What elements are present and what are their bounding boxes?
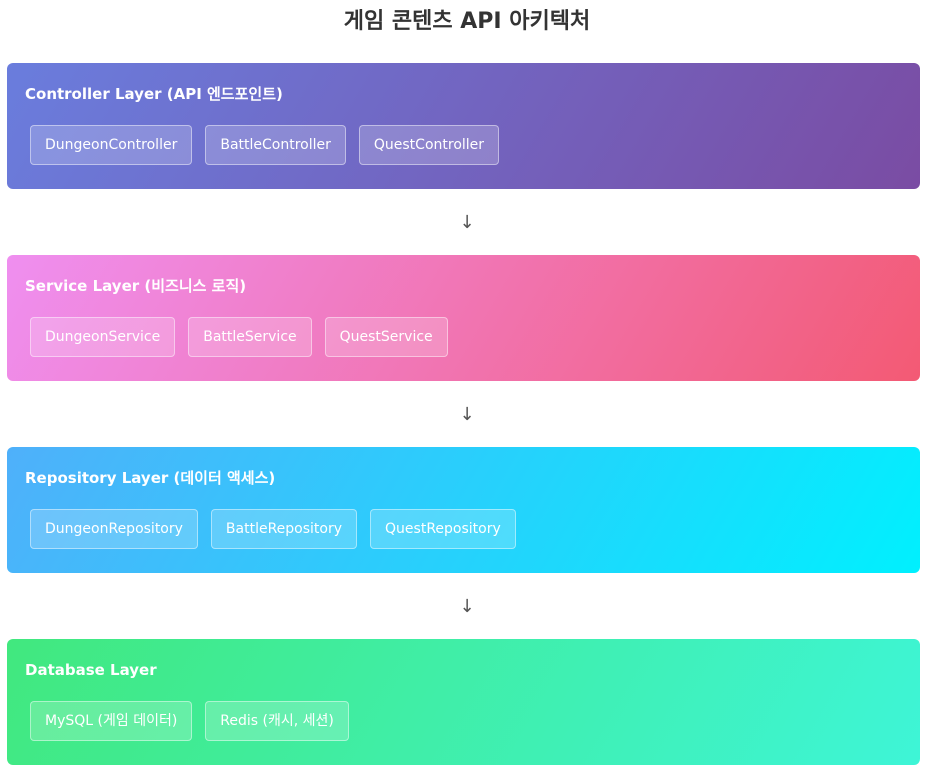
down-arrow-icon: ↓ <box>459 404 475 425</box>
page-title: 게임 콘텐츠 API 아키텍처 <box>343 9 591 34</box>
component-dungeon-repository[interactable]: DungeonRepository <box>30 509 198 549</box>
component-battle-service[interactable]: BattleService <box>188 317 312 357</box>
layer-title: Service Layer (비즈니스 로직) <box>25 277 247 295</box>
component-battle-controller[interactable]: BattleController <box>205 125 346 165</box>
layer-title: Controller Layer (API 엔드포인트) <box>25 85 283 103</box>
controller-layer: Controller Layer (API 엔드포인트) DungeonCont… <box>7 63 920 189</box>
layer-title: Repository Layer (데이터 액세스) <box>25 469 276 487</box>
down-arrow-icon: ↓ <box>459 212 475 233</box>
component-list: DungeonRepository BattleRepository Quest… <box>25 509 902 549</box>
component-redis[interactable]: Redis (캐시, 세션) <box>205 701 349 741</box>
service-layer: Service Layer (비즈니스 로직) DungeonService B… <box>7 255 920 381</box>
component-list: DungeonService BattleService QuestServic… <box>25 317 902 357</box>
layer-title: Database Layer <box>25 661 157 679</box>
component-mysql[interactable]: MySQL (게임 데이터) <box>30 701 193 741</box>
database-layer: Database Layer MySQL (게임 데이터) Redis (캐시,… <box>7 639 920 765</box>
component-quest-service[interactable]: QuestService <box>324 317 448 357</box>
component-battle-repository[interactable]: BattleRepository <box>210 509 358 549</box>
repository-layer: Repository Layer (데이터 액세스) DungeonReposi… <box>7 447 920 573</box>
component-quest-controller[interactable]: QuestController <box>358 125 500 165</box>
component-list: DungeonController BattleController Quest… <box>25 125 902 165</box>
component-list: MySQL (게임 데이터) Redis (캐시, 세션) <box>25 701 902 741</box>
component-quest-repository[interactable]: QuestRepository <box>370 509 516 549</box>
component-dungeon-service[interactable]: DungeonService <box>30 317 176 357</box>
down-arrow-icon: ↓ <box>459 596 475 617</box>
component-dungeon-controller[interactable]: DungeonController <box>30 125 193 165</box>
